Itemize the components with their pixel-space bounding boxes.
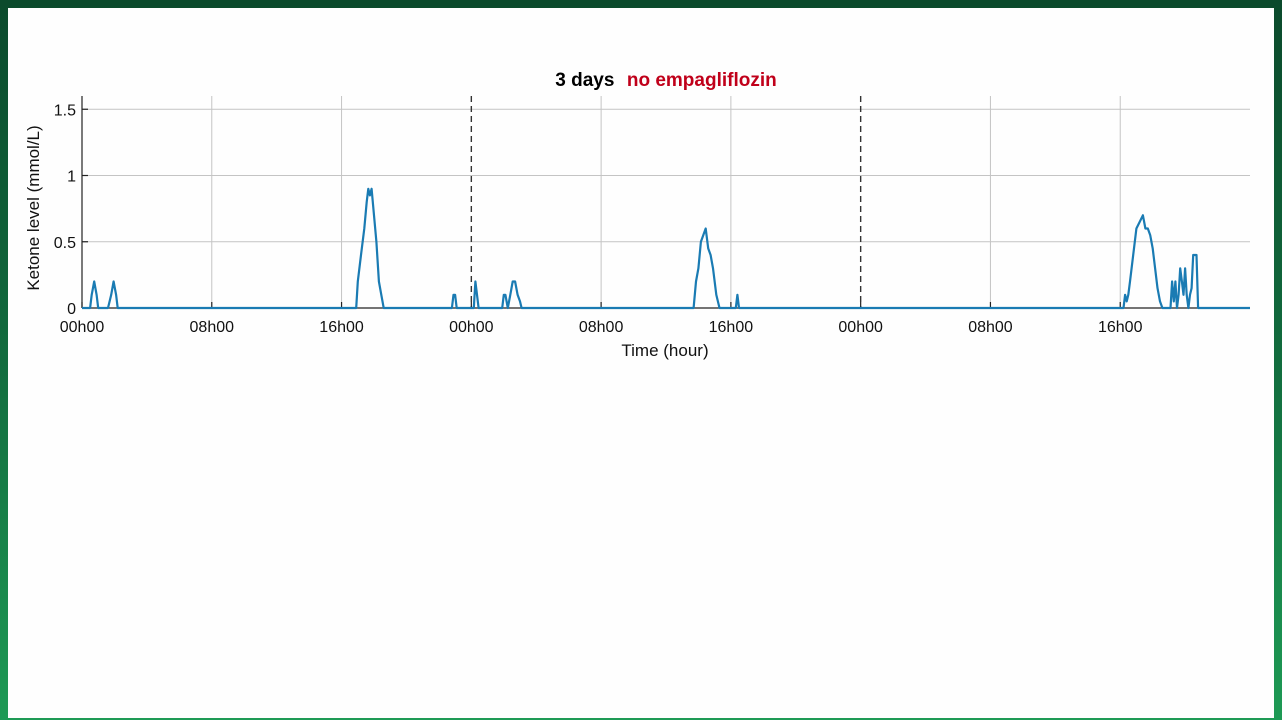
y-tick-label: 1 (67, 169, 76, 186)
x-tick-label: 08h00 (190, 319, 235, 336)
grid-lines (82, 96, 1250, 308)
x-tick-label: 16h00 (1098, 319, 1143, 336)
x-tick-label: 00h00 (838, 319, 883, 336)
x-tick-label: 16h00 (319, 319, 364, 336)
x-tick-label: 08h00 (968, 319, 1013, 336)
axes (81, 96, 1250, 309)
chart-title-accent: no empagliflozin (627, 70, 777, 91)
y-tick-label: 0.5 (54, 235, 76, 252)
chart-title: 3 days no empagliflozin (555, 70, 777, 91)
x-axis-label: Time (hour) (621, 341, 708, 360)
series-layer (82, 187, 1250, 310)
day-boundaries (470, 96, 862, 308)
slide-canvas: 00h00 08h00 16h00 00h00 08h00 16h00 00h00 08h00… (8, 8, 1274, 718)
series-line-ketone (82, 187, 1250, 310)
x-tick-label: 08h00 (579, 319, 624, 336)
x-tick-label: 00h00 (449, 319, 494, 336)
ketone-line-chart: 00h00 08h00 16h00 00h00 08h00 16h00 00h00 08h00… (24, 70, 1250, 360)
y-axis-label: Ketone level (mmol/L) (24, 125, 43, 290)
tick-labels: 00h00 08h00 16h00 00h00 08h00 16h00 00h00 08h00… (54, 102, 1143, 336)
chart-title-main: 3 days (555, 70, 614, 91)
y-tick-label: 1.5 (54, 102, 76, 119)
y-tick-label: 0 (67, 301, 76, 318)
x-tick-label: 16h00 (709, 319, 754, 336)
x-tick-label: 00h00 (60, 319, 105, 336)
